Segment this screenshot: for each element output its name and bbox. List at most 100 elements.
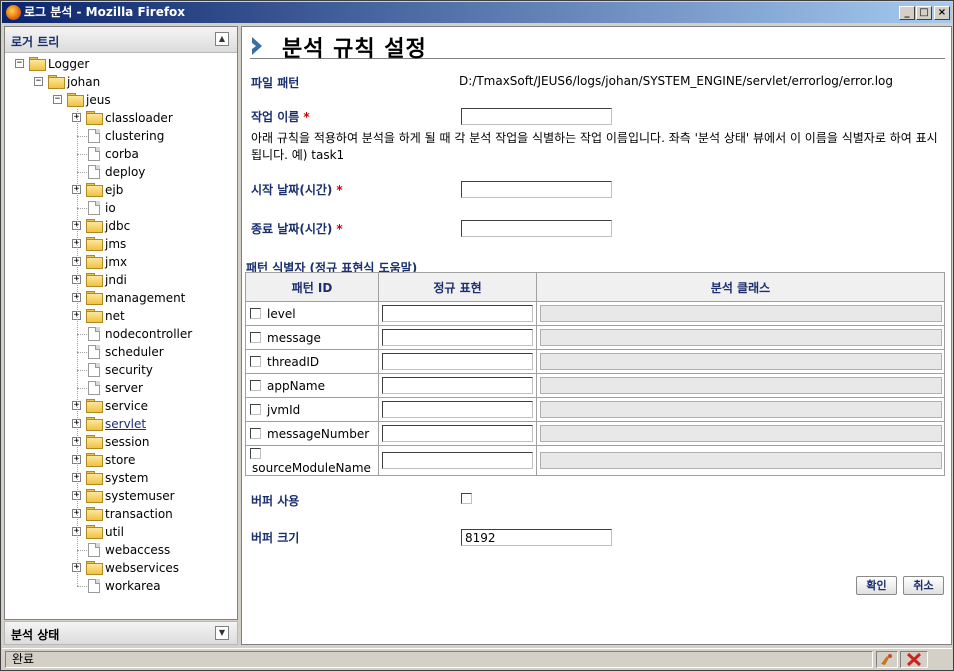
- buffer-size-input[interactable]: [461, 529, 612, 546]
- pattern-checkbox[interactable]: [250, 404, 261, 416]
- regex-input[interactable]: [382, 353, 533, 370]
- tree-node-label[interactable]: Logger: [48, 55, 89, 73]
- tree-node-label[interactable]: jms: [105, 235, 126, 253]
- tree-node[interactable]: deploy: [5, 163, 237, 181]
- tree-node[interactable]: workarea: [5, 577, 237, 595]
- tree-node[interactable]: webaccess: [5, 541, 237, 559]
- pattern-checkbox[interactable]: [250, 356, 261, 368]
- tree-node-label[interactable]: server: [105, 379, 143, 397]
- cancel-button[interactable]: 취소: [903, 576, 944, 595]
- tree-node[interactable]: clustering: [5, 127, 237, 145]
- tree-node[interactable]: + store: [5, 451, 237, 469]
- tree-node-label[interactable]: deploy: [105, 163, 145, 181]
- tree-node-label[interactable]: webservices: [105, 559, 179, 577]
- addon-icon[interactable]: [876, 651, 898, 668]
- expand-down-icon[interactable]: ▼: [215, 626, 229, 640]
- maximize-button[interactable]: □: [916, 6, 932, 20]
- tree-node-label[interactable]: classloader: [105, 109, 173, 127]
- pattern-id-cell: jvmId: [245, 397, 379, 422]
- tree-node[interactable]: server: [5, 379, 237, 397]
- tree-node[interactable]: − johan: [5, 73, 237, 91]
- analysis-status-header[interactable]: 분석 상태 ▼: [4, 621, 238, 645]
- tree-node-label[interactable]: nodecontroller: [105, 325, 192, 343]
- tree-node-label[interactable]: jmx: [105, 253, 127, 271]
- tree-node[interactable]: io: [5, 199, 237, 217]
- pattern-checkbox[interactable]: [250, 332, 261, 344]
- tree-node-label[interactable]: io: [105, 199, 116, 217]
- regex-input[interactable]: [382, 425, 533, 442]
- regex-input[interactable]: [382, 451, 533, 469]
- tree-node-label[interactable]: workarea: [105, 577, 161, 595]
- tree-node[interactable]: + session: [5, 433, 237, 451]
- buffer-use-checkbox[interactable]: [461, 493, 472, 504]
- tree-node[interactable]: + jdbc: [5, 217, 237, 235]
- tree-node[interactable]: + servlet: [5, 415, 237, 433]
- tree-node-label[interactable]: security: [105, 361, 153, 379]
- tree-node[interactable]: + net: [5, 307, 237, 325]
- collapse-toggle-icon[interactable]: −: [34, 77, 43, 86]
- table-row: sourceModuleName: [245, 445, 945, 476]
- tree-node-label[interactable]: system: [105, 469, 148, 487]
- tree-node[interactable]: + ejb: [5, 181, 237, 199]
- tree-node-label[interactable]: scheduler: [105, 343, 164, 361]
- ok-button[interactable]: 확인: [856, 576, 897, 595]
- regex-input[interactable]: [382, 329, 533, 346]
- collapse-toggle-icon[interactable]: −: [15, 59, 24, 68]
- tree-node-label[interactable]: jdbc: [105, 217, 130, 235]
- task-name-label: 작업 이름 *: [251, 110, 310, 124]
- tree-node-label[interactable]: jndi: [105, 271, 127, 289]
- tree-node[interactable]: + jmx: [5, 253, 237, 271]
- tree-node[interactable]: + service: [5, 397, 237, 415]
- start-date-input[interactable]: [461, 181, 612, 198]
- tree-node-label[interactable]: management: [105, 289, 185, 307]
- tree-node-label[interactable]: net: [105, 307, 125, 325]
- tree-node-label[interactable]: util: [105, 523, 124, 541]
- regex-input[interactable]: [382, 305, 533, 322]
- tree-node[interactable]: + jndi: [5, 271, 237, 289]
- analysis-class-cell: [536, 421, 945, 446]
- tree-node[interactable]: + jms: [5, 235, 237, 253]
- tree-node-label[interactable]: transaction: [105, 505, 173, 523]
- collapse-up-icon[interactable]: ▲: [215, 32, 229, 46]
- tree-node-label[interactable]: servlet: [105, 415, 146, 433]
- file-path-label: 파일 패턴: [251, 76, 300, 90]
- tree-node-label[interactable]: webaccess: [105, 541, 170, 559]
- tree-node[interactable]: nodecontroller: [5, 325, 237, 343]
- pattern-checkbox[interactable]: [250, 308, 261, 320]
- tree-node[interactable]: + classloader: [5, 109, 237, 127]
- tree-node-label[interactable]: corba: [105, 145, 139, 163]
- tree-node-label[interactable]: johan: [67, 73, 100, 91]
- tree-node-label[interactable]: jeus: [86, 91, 111, 109]
- tree-node[interactable]: scheduler: [5, 343, 237, 361]
- tree-node[interactable]: + systemuser: [5, 487, 237, 505]
- tree-node-label[interactable]: clustering: [105, 127, 164, 145]
- tree-node[interactable]: − jeus: [5, 91, 237, 109]
- task-name-input[interactable]: [461, 108, 612, 125]
- close-window-button[interactable]: ×: [934, 6, 950, 20]
- pattern-checkbox[interactable]: [250, 380, 261, 392]
- analysis-class-cell: [536, 301, 945, 326]
- end-date-input[interactable]: [461, 220, 612, 237]
- pattern-checkbox[interactable]: [250, 448, 261, 459]
- tree-node-label[interactable]: service: [105, 397, 148, 415]
- regex-input[interactable]: [382, 401, 533, 418]
- tree-node-label[interactable]: session: [105, 433, 149, 451]
- pattern-checkbox[interactable]: [250, 428, 261, 440]
- tree-node-label[interactable]: systemuser: [105, 487, 175, 505]
- collapse-toggle-icon[interactable]: −: [53, 95, 62, 104]
- regex-input[interactable]: [382, 377, 533, 394]
- stop-icon[interactable]: [900, 651, 928, 668]
- tree-node[interactable]: + system: [5, 469, 237, 487]
- minimize-button[interactable]: _: [899, 6, 915, 20]
- status-text: 완료: [5, 651, 873, 668]
- tree-node[interactable]: − Logger: [5, 55, 237, 73]
- tree-node[interactable]: + util: [5, 523, 237, 541]
- tree-node[interactable]: security: [5, 361, 237, 379]
- tree-node[interactable]: + management: [5, 289, 237, 307]
- tree-node-label[interactable]: store: [105, 451, 135, 469]
- tree-node[interactable]: corba: [5, 145, 237, 163]
- tree-node[interactable]: + transaction: [5, 505, 237, 523]
- tree-node[interactable]: + webservices: [5, 559, 237, 577]
- tree-node-label[interactable]: ejb: [105, 181, 123, 199]
- regex-cell: [378, 397, 537, 422]
